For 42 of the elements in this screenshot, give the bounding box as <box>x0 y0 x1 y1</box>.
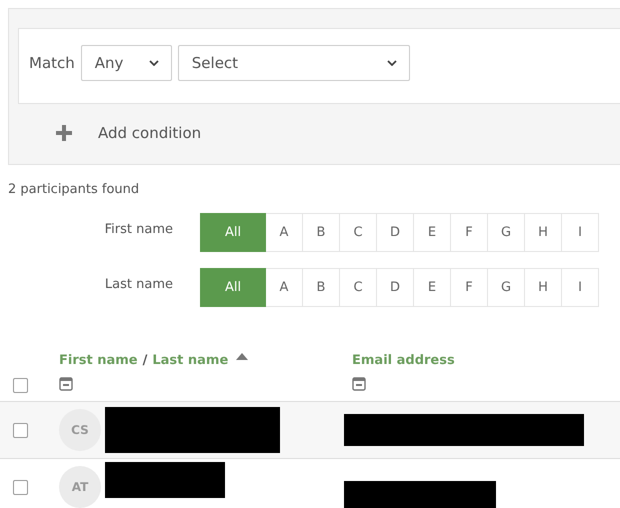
initials-filter-label: First name <box>104 222 174 237</box>
initial-letter-button[interactable]: C <box>340 213 377 252</box>
initial-letter-button[interactable]: F <box>451 268 488 307</box>
first-name-sort-link[interactable]: First name <box>59 352 138 368</box>
collapse-column-icon[interactable] <box>352 377 366 391</box>
last-name-sort-link[interactable]: Last name <box>152 352 228 368</box>
initial-letter-button[interactable]: F <box>451 213 488 252</box>
initials-avatar: AT <box>59 466 101 508</box>
chevron-down-icon <box>148 60 159 66</box>
initial-letter-button[interactable]: E <box>414 268 451 307</box>
initial-letter-button[interactable]: C <box>340 268 377 307</box>
row-checkbox[interactable] <box>13 480 28 494</box>
initial-letter-button[interactable]: A <box>266 268 303 307</box>
field-select[interactable]: Select <box>178 45 410 81</box>
initial-letter-button[interactable]: H <box>525 213 562 252</box>
initial-letter-button[interactable]: G <box>488 213 525 252</box>
initial-letter-button[interactable]: I <box>562 213 599 252</box>
initials-filter-label: Last name <box>104 277 174 292</box>
initial-letter-button[interactable]: All <box>200 268 266 307</box>
add-condition-link[interactable]: Add condition <box>98 124 202 142</box>
chevron-down-icon <box>386 60 397 66</box>
initial-letter-button[interactable]: H <box>525 268 562 307</box>
plus-icon[interactable] <box>54 123 74 143</box>
initials-avatar: CS <box>59 409 101 451</box>
initial-letter-button[interactable]: E <box>414 213 451 252</box>
result-count: 2 participants found <box>8 182 140 197</box>
initial-letter-button[interactable]: B <box>303 213 340 252</box>
select-all-checkbox[interactable] <box>13 378 28 393</box>
match-select[interactable]: Any <box>80 45 172 81</box>
row-checkbox[interactable] <box>13 422 28 438</box>
slash-separator: / <box>142 352 148 368</box>
initial-letter-button[interactable]: All <box>200 213 266 252</box>
initial-letter-button[interactable]: D <box>377 213 414 252</box>
initial-letter-button[interactable]: I <box>562 268 599 307</box>
email-address-sort-link[interactable]: Email address <box>352 352 455 368</box>
initial-letter-button[interactable]: A <box>266 213 303 252</box>
initial-letter-button[interactable]: B <box>303 268 340 307</box>
sort-ascending-icon <box>236 352 248 360</box>
match-label: Match <box>29 54 75 72</box>
collapse-column-icon[interactable] <box>59 377 73 391</box>
initial-letter-button[interactable]: D <box>377 268 414 307</box>
initial-letter-button[interactable]: G <box>488 268 525 307</box>
